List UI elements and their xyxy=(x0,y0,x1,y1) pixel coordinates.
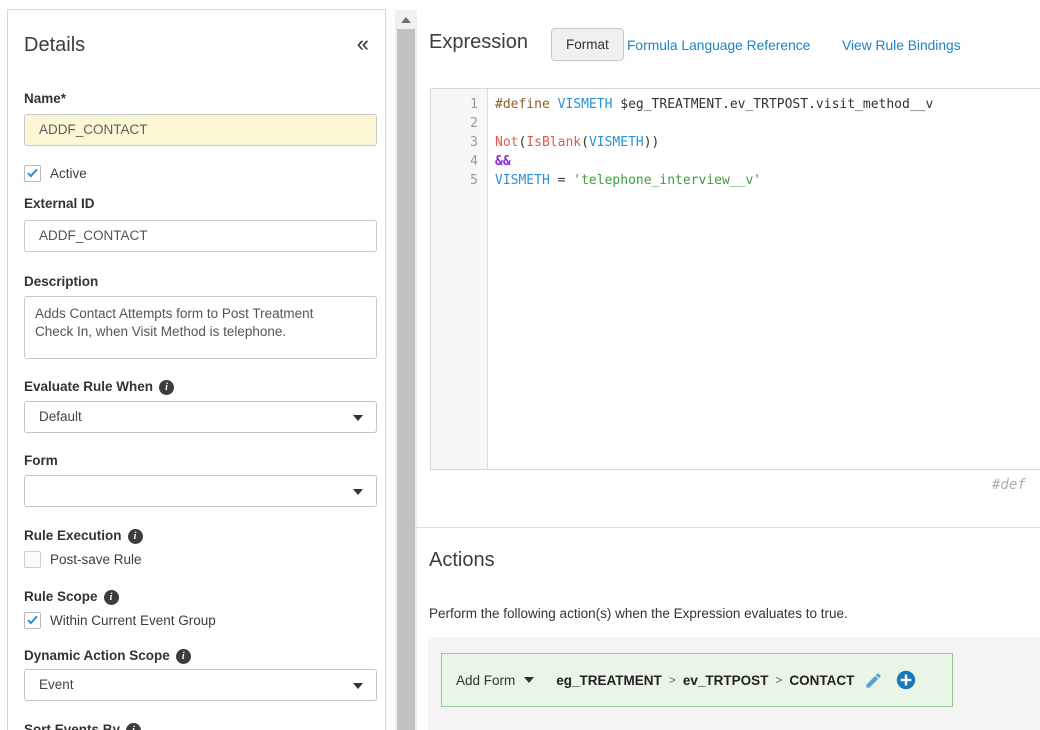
code-line: #define VISMETH $eg_TREATMENT.ev_TRTPOST… xyxy=(495,95,1040,114)
actions-title: Actions xyxy=(429,549,495,572)
action-type-label: Add Form xyxy=(456,673,515,688)
breadcrumb-separator: > xyxy=(775,673,782,687)
code-line: && xyxy=(495,152,1040,171)
view-rule-bindings-link[interactable]: View Rule Bindings xyxy=(842,38,961,53)
info-icon[interactable]: i xyxy=(159,380,174,395)
edit-action-button[interactable] xyxy=(864,671,883,690)
active-checkbox[interactable] xyxy=(24,165,41,182)
chevron-down-icon xyxy=(524,677,534,683)
info-icon[interactable]: i xyxy=(128,529,143,544)
chevron-down-icon xyxy=(353,415,363,421)
external-id-input[interactable]: ADDF_CONTACT xyxy=(24,220,377,252)
details-scrollbar[interactable] xyxy=(395,10,417,730)
sort-events-by-label: Sort Events By i xyxy=(24,722,377,730)
within-event-group-checkbox[interactable] xyxy=(24,612,41,629)
actions-container: Add Form eg_TREATMENT > ev_TRTPOST > CON… xyxy=(428,637,1040,730)
dynamic-action-scope-label: Dynamic Action Scope i xyxy=(24,648,377,664)
form-select[interactable] xyxy=(24,475,377,507)
scroll-up-icon xyxy=(401,17,411,23)
active-label: Active xyxy=(50,166,87,181)
section-divider xyxy=(415,527,1040,528)
line-number: 4 xyxy=(431,152,487,171)
post-save-rule-row: Post-save Rule xyxy=(24,550,377,568)
code-line: Not(IsBlank(VISMETH)) xyxy=(495,133,1040,152)
info-icon[interactable]: i xyxy=(104,590,119,605)
description-textarea[interactable]: Adds Contact Attempts form to Post Treat… xyxy=(24,296,377,359)
chevron-down-icon xyxy=(353,489,363,495)
collapse-panel-icon[interactable]: « xyxy=(357,34,369,54)
breadcrumb-event: ev_TRTPOST xyxy=(683,673,769,688)
rule-editor-page: Details « Name* ADDF_CONTACT Active Exte… xyxy=(0,0,1040,730)
checkmark-icon xyxy=(27,166,37,177)
checkmark-icon xyxy=(27,613,37,624)
name-label: Name* xyxy=(24,91,377,107)
line-number: 1 xyxy=(431,95,487,114)
form-label: Form xyxy=(24,453,377,469)
details-panel-header: Details « xyxy=(24,34,377,56)
format-button[interactable]: Format xyxy=(551,28,624,61)
scroll-up-button[interactable] xyxy=(395,10,417,29)
code-line xyxy=(495,114,1040,133)
chevron-down-icon xyxy=(353,683,363,689)
pencil-icon xyxy=(864,671,883,690)
breadcrumb-event-group: eg_TREATMENT xyxy=(556,673,662,688)
plus-circle-icon xyxy=(896,670,916,690)
actions-description: Perform the following action(s) when the… xyxy=(429,606,848,621)
breadcrumb-separator: > xyxy=(669,673,676,687)
formula-language-reference-link[interactable]: Formula Language Reference xyxy=(627,38,810,53)
rule-scope-label: Rule Scope i xyxy=(24,589,377,605)
description-text: Adds Contact Attempts form to Post Treat… xyxy=(35,305,342,340)
line-number: 2 xyxy=(431,114,487,133)
details-title: Details xyxy=(24,34,85,56)
action-row: Add Form eg_TREATMENT > ev_TRTPOST > CON… xyxy=(441,653,953,707)
post-save-rule-checkbox[interactable] xyxy=(24,551,41,568)
details-panel: Details « Name* ADDF_CONTACT Active Exte… xyxy=(7,9,386,730)
within-event-group-row: Within Current Event Group xyxy=(24,611,377,629)
add-action-button[interactable] xyxy=(896,670,916,690)
within-event-group-label: Within Current Event Group xyxy=(50,613,216,628)
description-label: Description xyxy=(24,274,377,290)
dynamic-action-scope-select[interactable]: Event xyxy=(24,669,377,701)
expression-title: Expression xyxy=(429,31,528,54)
editor-code-area: #define VISMETH $eg_TREATMENT.ev_TRTPOST… xyxy=(489,89,1040,190)
editor-gutter: 12345 xyxy=(431,89,488,469)
post-save-rule-label: Post-save Rule xyxy=(50,552,142,567)
name-input[interactable]: ADDF_CONTACT xyxy=(24,114,377,146)
action-type-dropdown[interactable]: Add Form xyxy=(456,673,534,688)
breadcrumb-form: CONTACT xyxy=(789,673,854,688)
code-line: VISMETH = 'telephone_interview__v' xyxy=(495,171,1040,190)
active-checkbox-row: Active xyxy=(24,164,377,182)
external-id-label: External ID xyxy=(24,196,377,212)
editor-overlay-hint: #def xyxy=(992,477,1040,493)
evaluate-rule-when-label: Evaluate Rule When i xyxy=(24,379,377,395)
line-number: 3 xyxy=(431,133,487,152)
info-icon[interactable]: i xyxy=(176,649,191,664)
rule-execution-label: Rule Execution i xyxy=(24,528,377,544)
line-number: 5 xyxy=(431,171,487,190)
evaluate-rule-when-select[interactable]: Default xyxy=(24,401,377,433)
info-icon[interactable]: i xyxy=(126,723,141,730)
expression-code-editor[interactable]: 12345 #define VISMETH $eg_TREATMENT.ev_T… xyxy=(430,88,1040,470)
scrollbar-thumb[interactable] xyxy=(397,29,415,730)
